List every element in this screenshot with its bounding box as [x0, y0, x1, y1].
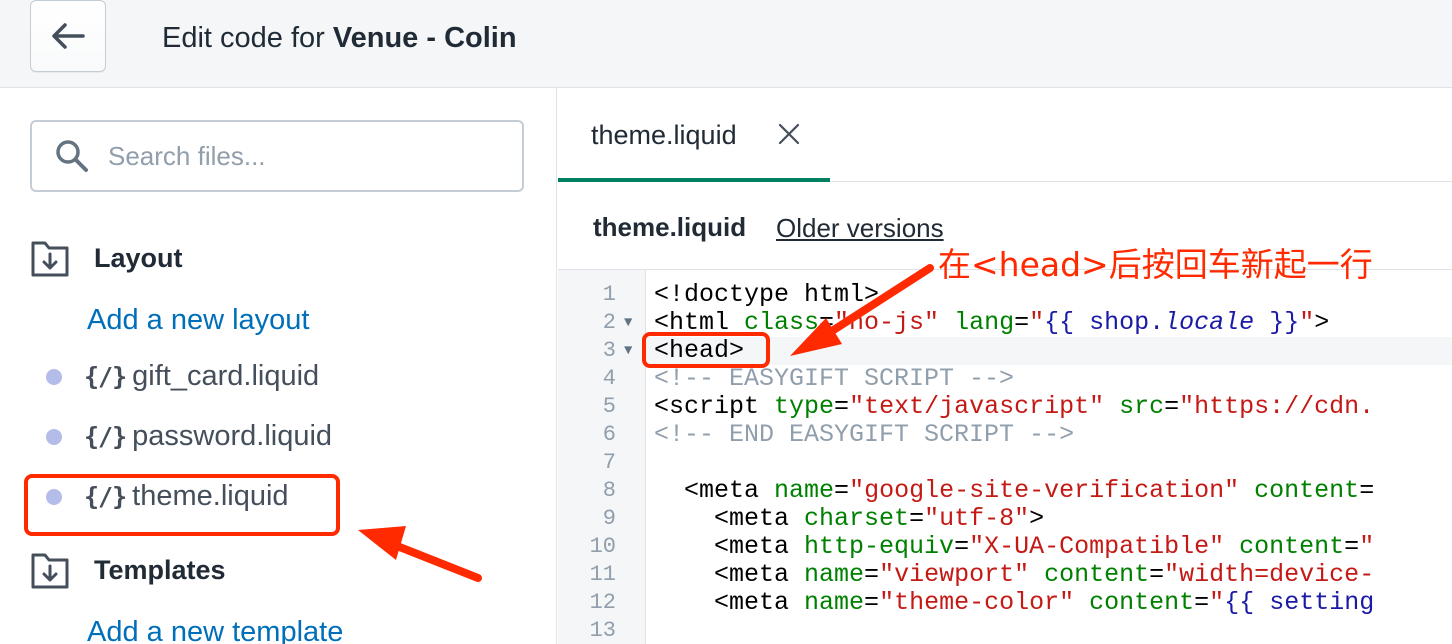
annotation-text: 在<head>后按回车新起一行: [938, 245, 1373, 284]
line-number: 7: [602, 450, 616, 475]
line-number: 3: [602, 338, 616, 363]
code-line-4: <!-- EASYGIFT SCRIPT -->: [654, 364, 1015, 393]
file-sidebar: Layout Add a new layout {/} gift_card.li…: [0, 88, 557, 644]
line-number: 10: [589, 534, 616, 559]
line-number: 9: [602, 506, 616, 531]
code-line-9: <meta charset="utf-8">: [654, 504, 1045, 533]
highlight-theme-liquid: [24, 474, 340, 536]
code-line-5: <script type="text/javascript" src="http…: [654, 392, 1375, 421]
line-number: 1: [602, 282, 616, 307]
arrow-left-icon: [52, 23, 85, 49]
templates-section-label: Templates: [94, 554, 226, 585]
line-number: 4: [602, 366, 616, 391]
file-header-name: theme.liquid: [593, 212, 747, 242]
templates-section-header[interactable]: Templates: [30, 550, 226, 590]
tab-label: theme.liquid: [591, 120, 737, 150]
highlight-head-tag: [642, 332, 770, 368]
back-button[interactable]: [30, 0, 106, 72]
code-line-1: <!doctype html>: [654, 280, 880, 309]
page-title: Edit code for Venue - Colin: [162, 20, 517, 56]
folder-download-icon: [31, 241, 69, 277]
code-line-11: <meta name="viewport" content="width=dev…: [654, 560, 1375, 589]
line-number: 2: [602, 310, 616, 335]
fold-arrow-icon[interactable]: ▼: [624, 309, 632, 337]
file-item-password[interactable]: {/} password.liquid: [46, 420, 332, 453]
file-item-gift-card[interactable]: {/} gift_card.liquid: [46, 360, 319, 393]
layout-section-header[interactable]: Layout: [30, 238, 183, 278]
code-line-10: <meta http-equiv="X-UA-Compatible" conte…: [654, 532, 1375, 561]
file-dot: [46, 428, 62, 445]
editor-tab-bar: theme.liquid: [558, 88, 1452, 182]
add-layout-link[interactable]: Add a new layout: [87, 304, 309, 337]
search-box[interactable]: [30, 120, 524, 192]
liquid-file-icon: {/}: [84, 362, 127, 391]
line-gutter: 1 2 ▼ 3 ▼ 4 5 6 7 8 9 10 11 12 13: [558, 270, 646, 644]
fold-arrow-icon[interactable]: ▼: [624, 337, 632, 365]
line-number: 6: [602, 422, 616, 447]
file-name: gift_card.liquid: [132, 360, 320, 392]
code-editor[interactable]: 1 2 ▼ 3 ▼ 4 5 6 7 8 9 10 11 12 13 <!doctyp…: [558, 270, 1452, 644]
file-name: password.liquid: [132, 420, 333, 452]
line-number: 12: [589, 590, 616, 615]
top-bar: Edit code for Venue - Colin: [0, 0, 1452, 88]
file-dot: [46, 368, 62, 385]
folder-download-icon: [31, 553, 69, 589]
line-number: 5: [602, 394, 616, 419]
code-line-8: <meta name="google-site-verification" co…: [654, 476, 1375, 505]
code-line-6: <!-- END EASYGIFT SCRIPT -->: [654, 420, 1075, 449]
search-icon: [56, 140, 88, 172]
older-versions-link[interactable]: Older versions: [776, 213, 944, 244]
line-number: 11: [589, 562, 616, 587]
tab-theme-liquid[interactable]: theme.liquid: [558, 88, 830, 182]
line-number: 8: [602, 478, 616, 503]
liquid-file-icon: {/}: [84, 422, 127, 451]
theme-name: Venue - Colin: [332, 22, 517, 54]
page-title-prefix: Edit code for: [162, 22, 333, 54]
line-number: 13: [589, 618, 616, 643]
code-line-12: <meta name="theme-color" content="{{ set…: [654, 588, 1375, 617]
add-template-link[interactable]: Add a new template: [87, 616, 343, 644]
close-icon[interactable]: [777, 122, 801, 146]
layout-section-label: Layout: [94, 242, 183, 273]
search-input[interactable]: [108, 136, 508, 176]
